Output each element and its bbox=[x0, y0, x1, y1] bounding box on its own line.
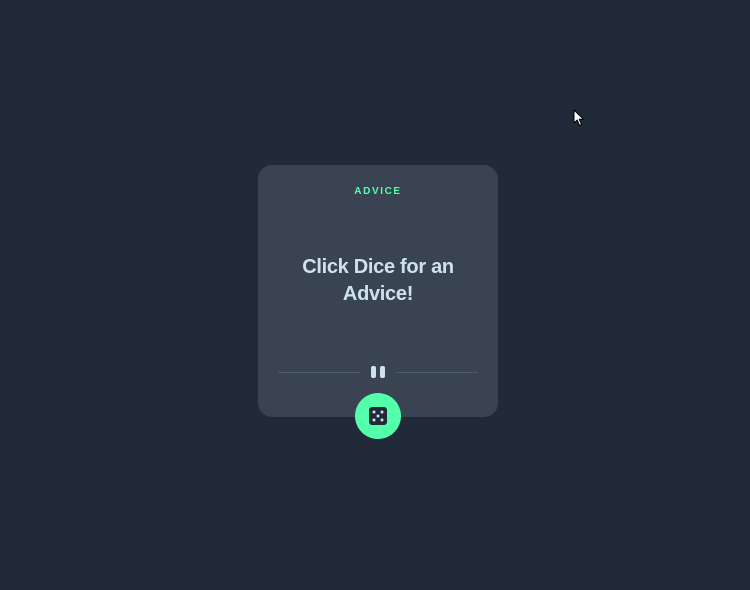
dice-icon bbox=[369, 407, 387, 425]
divider-line-right bbox=[396, 372, 478, 373]
advice-text: Click Dice for an Advice! bbox=[302, 256, 454, 305]
divider-line-left bbox=[278, 372, 360, 373]
advice-card: ADVICE Click Dice for an Advice! bbox=[258, 165, 498, 417]
mouse-cursor-icon bbox=[573, 109, 584, 126]
divider bbox=[278, 366, 478, 378]
advice-label: ADVICE bbox=[354, 186, 402, 197]
pause-icon bbox=[371, 366, 385, 378]
dice-button[interactable] bbox=[355, 393, 401, 439]
